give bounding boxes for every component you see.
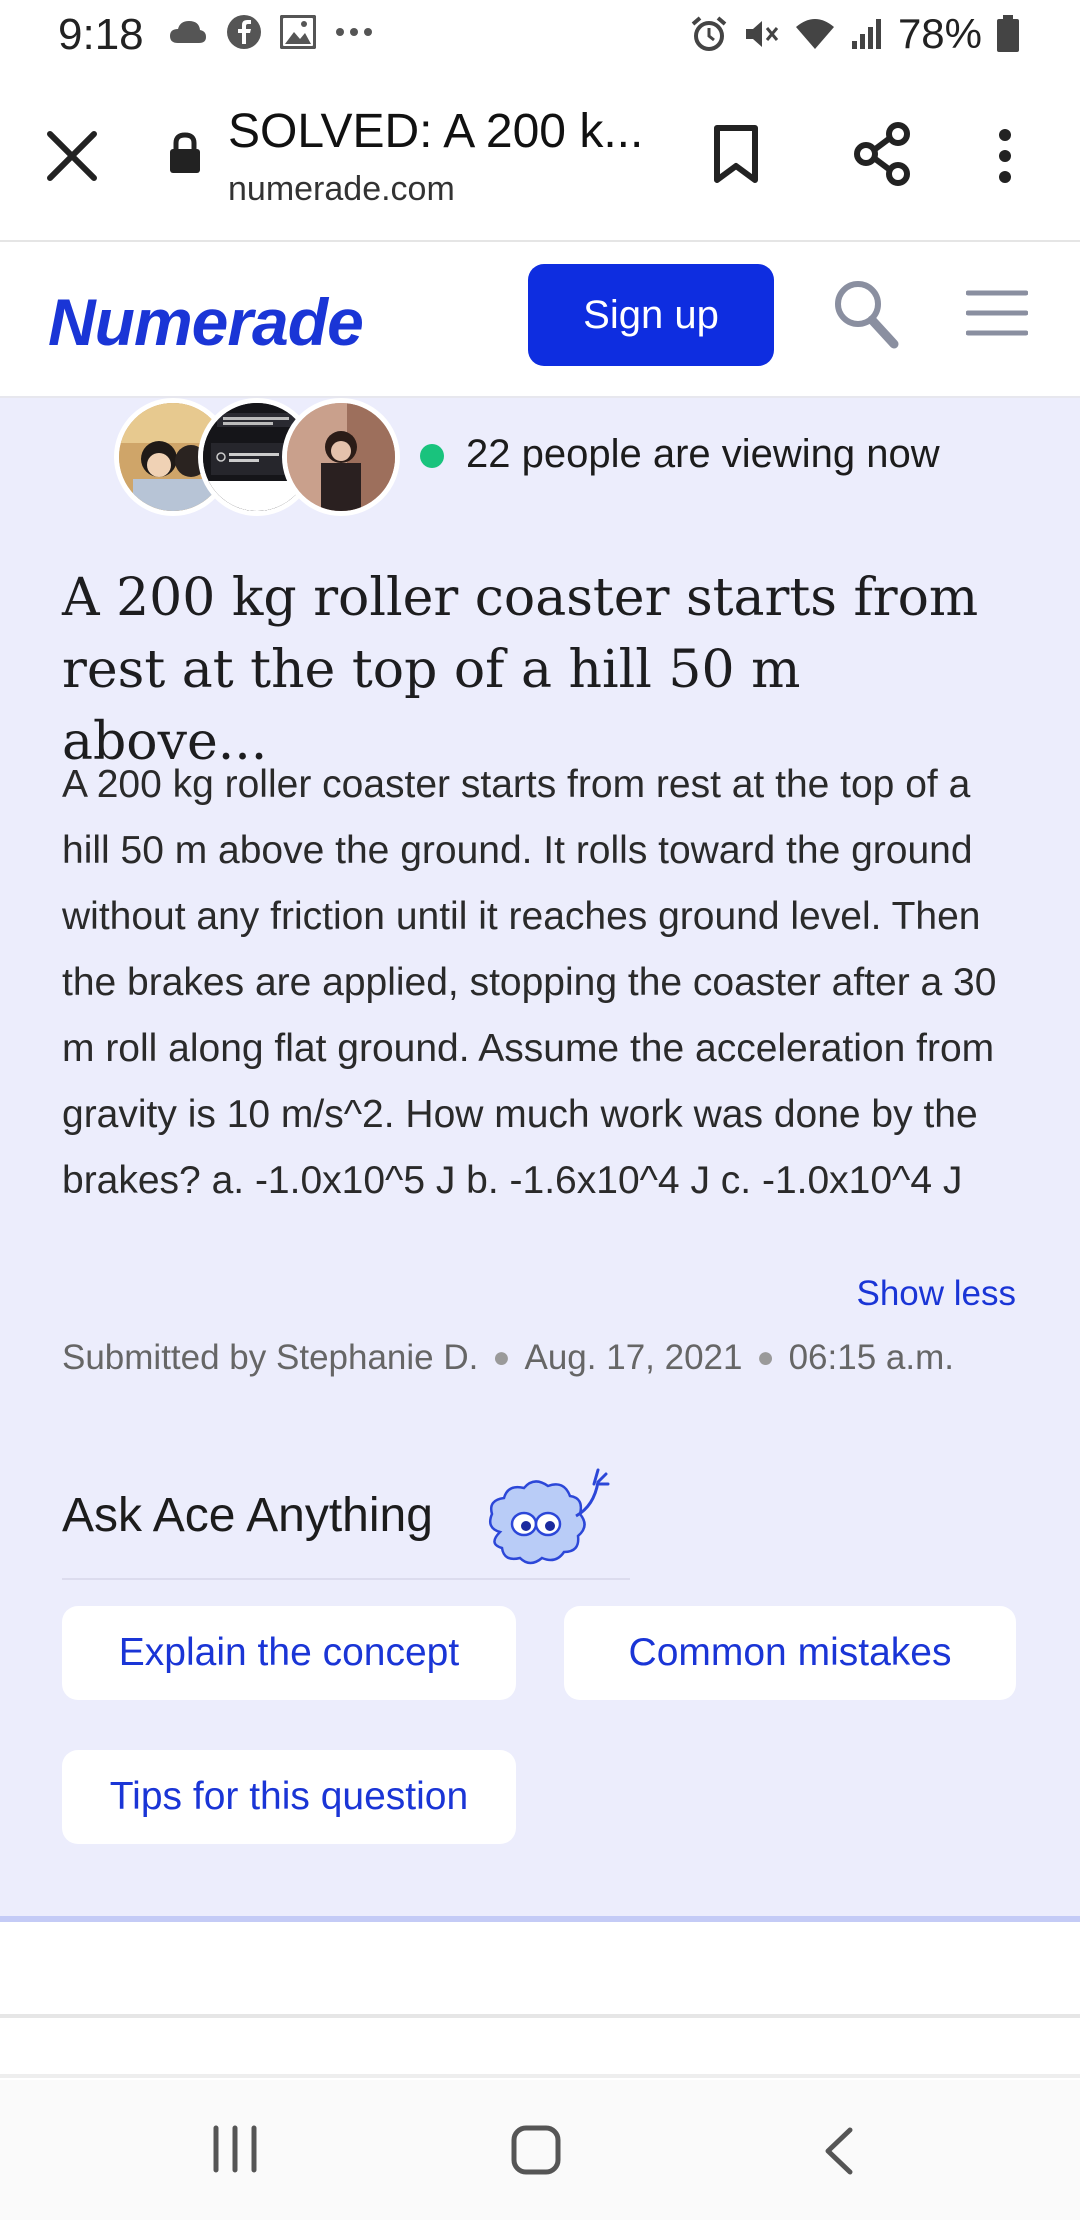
share-icon[interactable] bbox=[852, 122, 912, 186]
viewer-avatar bbox=[282, 398, 400, 516]
page-title[interactable]: SOLVED: A 200 k... bbox=[228, 104, 643, 159]
search-icon[interactable] bbox=[832, 278, 900, 350]
cloud-icon bbox=[170, 21, 206, 43]
status-bar: 9:18 78% bbox=[0, 0, 1080, 72]
show-less-link[interactable]: Show less bbox=[856, 1274, 1016, 1314]
status-left-icons bbox=[168, 14, 374, 50]
more-dots-icon bbox=[336, 28, 372, 36]
section-divider bbox=[0, 1916, 1080, 1922]
content-divider bbox=[0, 2014, 1080, 2018]
status-time: 9:18 bbox=[58, 10, 144, 59]
facebook-icon bbox=[227, 15, 261, 49]
signal-icon bbox=[851, 19, 881, 49]
status-right: 78% bbox=[690, 10, 1020, 58]
question-title: A 200 kg roller coaster starts from rest… bbox=[62, 568, 979, 772]
back-icon[interactable] bbox=[820, 2126, 856, 2176]
submitted-by: Submitted by Stephanie D. bbox=[62, 1338, 479, 1377]
alarm-icon bbox=[691, 16, 727, 51]
gallery-icon bbox=[280, 15, 316, 49]
browser-toolbar: SOLVED: A 200 k... numerade.com bbox=[0, 72, 1080, 242]
ace-mascot-icon bbox=[489, 1468, 610, 1565]
home-icon[interactable] bbox=[510, 2124, 562, 2176]
system-nav-bar bbox=[0, 2080, 1080, 2220]
ask-ace-title: Ask Ace Anything bbox=[62, 1489, 433, 1542]
page-domain[interactable]: numerade.com bbox=[228, 170, 455, 209]
meta-separator: ● bbox=[756, 1341, 775, 1374]
viewer-avatars bbox=[114, 398, 404, 516]
bookmark-icon[interactable] bbox=[712, 124, 760, 184]
chip-explain-concept[interactable]: Explain the concept bbox=[62, 1606, 516, 1700]
question-section: 22 people are viewing now A 200 kg rolle… bbox=[0, 398, 1080, 1920]
viewer-count-text: 22 people are viewing now bbox=[466, 432, 940, 476]
battery-icon bbox=[997, 15, 1019, 52]
question-body: A 200 kg roller coaster starts from rest… bbox=[62, 763, 997, 1202]
submitted-date: Aug. 17, 2021 bbox=[524, 1338, 743, 1377]
battery-percent: 78% bbox=[897, 10, 982, 57]
submission-meta: Submitted by Stephanie D. ● Aug. 17, 202… bbox=[62, 1338, 954, 1378]
close-icon[interactable] bbox=[44, 128, 100, 184]
numerade-logo[interactable]: Numerade bbox=[48, 284, 364, 360]
more-vert-icon[interactable] bbox=[994, 128, 1016, 184]
site-header: Numerade Sign up bbox=[0, 242, 1080, 398]
live-indicator-dot bbox=[420, 444, 444, 468]
content-divider bbox=[0, 2074, 1080, 2078]
ask-ace-divider bbox=[62, 1578, 630, 1580]
recent-apps-icon[interactable] bbox=[210, 2124, 260, 2174]
chip-common-mistakes[interactable]: Common mistakes bbox=[564, 1606, 1016, 1700]
mute-icon bbox=[745, 21, 779, 47]
wifi-icon bbox=[795, 19, 834, 49]
meta-separator: ● bbox=[492, 1341, 511, 1374]
chip-tips-question[interactable]: Tips for this question bbox=[62, 1750, 516, 1844]
signup-button[interactable]: Sign up bbox=[528, 264, 774, 366]
hamburger-menu-icon[interactable] bbox=[966, 288, 1028, 338]
submitted-time: 06:15 a.m. bbox=[788, 1338, 954, 1377]
lock-icon bbox=[170, 132, 200, 173]
